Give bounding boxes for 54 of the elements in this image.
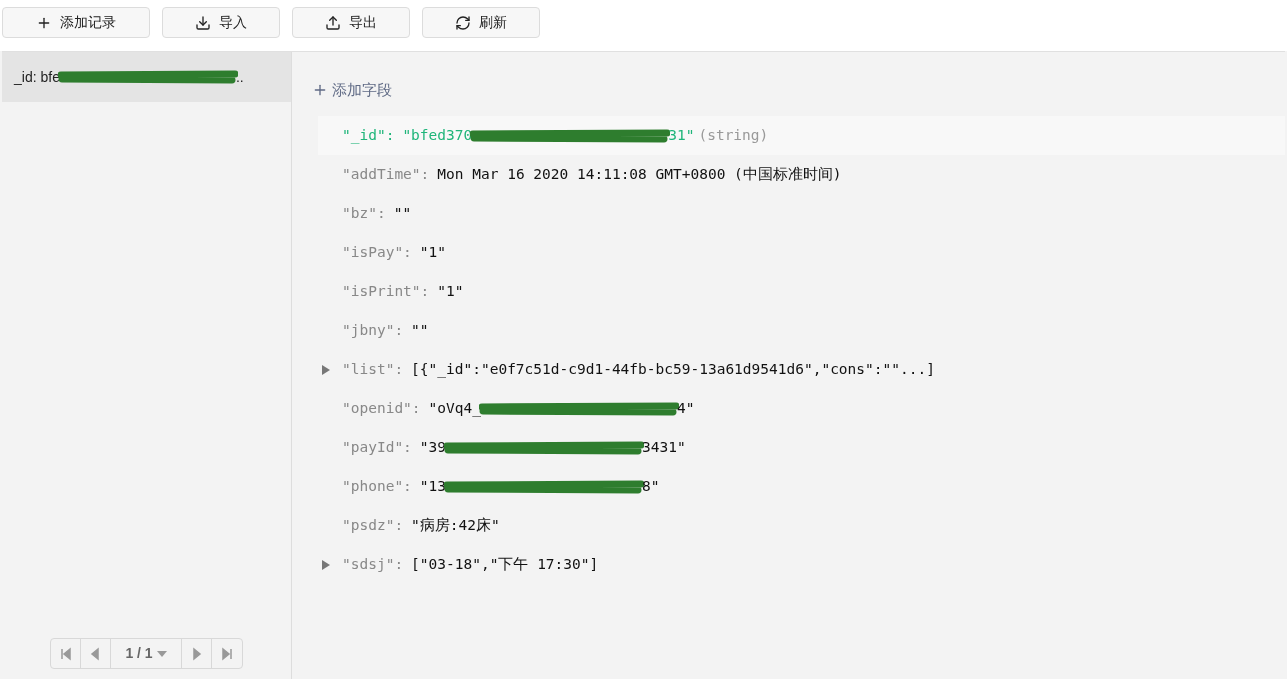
field-key: "payId":: [342, 436, 412, 459]
field-key: "openid":: [342, 397, 421, 420]
field-value: "": [393, 203, 412, 223]
caret-icon: [156, 650, 167, 657]
upload-icon: [325, 14, 341, 31]
page-select[interactable]: 1 / 1: [111, 639, 182, 668]
field-value: "病房:42床": [411, 515, 500, 535]
field-row[interactable]: "bz": "": [318, 194, 1285, 233]
field-row[interactable]: "psdz": "病房:42床": [318, 506, 1285, 545]
field-key: "jbny":: [342, 319, 404, 342]
field-row[interactable]: "jbny": "": [318, 311, 1285, 350]
field-row[interactable]: "addTime": Mon Mar 16 2020 14:11:08 GMT+0800 (中国标准时间): [318, 155, 1285, 194]
record-id: _id: bfe: [14, 67, 60, 87]
field-value-end: 3431": [642, 437, 686, 457]
toolbar-button[interactable]: 刷新: [422, 7, 540, 38]
field-value-end: 4": [676, 398, 695, 418]
field-key: "addTime":: [342, 163, 430, 186]
toolbar-button[interactable]: 添加记录: [2, 7, 150, 38]
field-key: "psdz":: [342, 514, 404, 537]
field-value-end: 31": [668, 125, 695, 145]
toolbar-button[interactable]: 导入: [162, 7, 280, 38]
field-value-end: 8": [642, 476, 660, 496]
field-row[interactable]: "phone": "13 8": [318, 467, 1285, 506]
field-key: "bz":: [342, 202, 386, 225]
field-key: "isPrint":: [342, 280, 430, 303]
field-key: "sdsj":: [342, 553, 404, 576]
field-key: "isPay":: [342, 241, 412, 264]
field-row[interactable]: "isPay": "1": [318, 233, 1285, 272]
refresh-icon: [455, 14, 471, 31]
download-icon: [195, 14, 211, 31]
expand-icon[interactable]: [322, 559, 330, 570]
record-ellipsis: ..: [235, 67, 244, 87]
field-value: Mon Mar 16 2020 14:11:08 GMT+0800 (中国标准时间): [437, 164, 842, 184]
field-value: "": [411, 320, 429, 340]
field-key: "_id":: [342, 124, 395, 147]
type-hint: (string): [698, 125, 769, 145]
toolbar-button[interactable]: 导出: [292, 7, 410, 38]
field-row[interactable]: "isPrint": "1": [318, 272, 1285, 311]
field-key: "phone":: [342, 475, 412, 498]
last-page-icon: [220, 646, 234, 661]
expand-icon[interactable]: [322, 364, 330, 375]
field-value: "bfed370: [402, 125, 473, 145]
field-value: "1": [437, 281, 464, 301]
field-row[interactable]: "sdsj": ["03-18","下午 17:30"]: [318, 545, 1285, 584]
field-value: "13: [419, 476, 447, 496]
field-key: "list":: [342, 358, 404, 381]
add-field-button[interactable]: 添加字段: [312, 78, 392, 102]
plus-icon: [312, 82, 328, 98]
field-row[interactable]: "list": [{"_id":"e0f7c51d-c9d1-44fb-bc59-13a61d9541d6","cons":""...]: [318, 350, 1285, 389]
field-value: "1": [419, 242, 447, 262]
field-value: [{"_id":"e0f7c51d-c9d1-44fb-bc59-13a61d9541d6","cons":""...]: [411, 359, 935, 380]
first-page-icon: [58, 646, 73, 661]
field-value: ["03-18","下午 17:30"]: [411, 554, 599, 574]
record-item[interactable]: _id: bfe ..: [2, 52, 291, 102]
